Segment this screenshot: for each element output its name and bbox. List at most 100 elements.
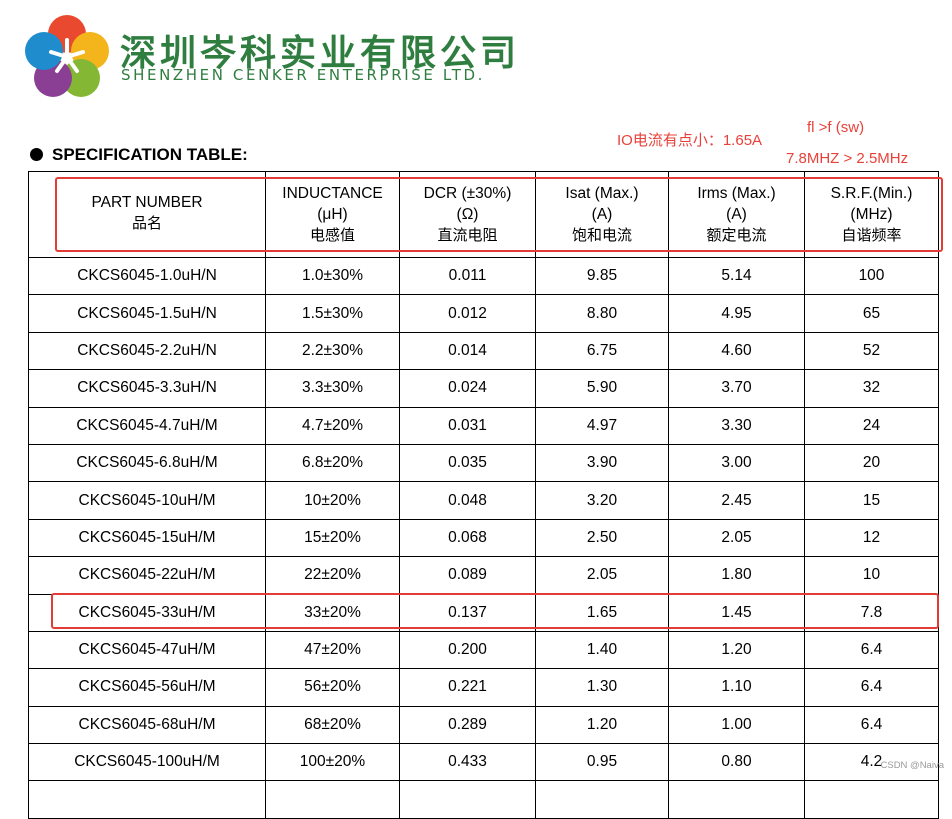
dcr-cell: 0.200 bbox=[399, 630, 536, 670]
part-number-cell: CKCS6045-2.2uH/N bbox=[28, 331, 266, 371]
isat-cell: 2.05 bbox=[535, 556, 669, 595]
inductance-cell: 68±20% bbox=[265, 705, 400, 745]
part-number-cell: CKCS6045-3.3uH/N bbox=[28, 369, 266, 408]
dcr-cell: 0.433 bbox=[399, 743, 536, 782]
dcr-cell: 0.012 bbox=[399, 294, 536, 333]
frequency-compare-note: 7.8MHZ > 2.5MHz bbox=[786, 150, 909, 167]
table-row: CKCS6045-68uH/M 68±20% 0.289 1.20 1.00 6.4 bbox=[28, 705, 939, 745]
part-number-cell: CKCS6045-1.0uH/N bbox=[28, 256, 266, 296]
inductance-cell: 56±20% bbox=[265, 668, 400, 707]
srf-cell: 100 bbox=[804, 256, 939, 296]
inductance-cell bbox=[265, 780, 400, 819]
isat-cell: 2.50 bbox=[535, 518, 669, 558]
inductance-cell: 1.5±30% bbox=[265, 294, 400, 333]
table-row: CKCS6045-47uH/M 47±20% 0.200 1.40 1.20 6.4 bbox=[28, 630, 939, 670]
inductance-cell: 47±20% bbox=[265, 630, 400, 670]
part-number-cell: CKCS6045-47uH/M bbox=[28, 630, 266, 670]
irms-cell: 1.00 bbox=[668, 705, 805, 745]
part-number-cell bbox=[28, 780, 266, 819]
dcr-cell: 0.031 bbox=[399, 406, 536, 445]
inductance-cell: 22±20% bbox=[265, 556, 400, 595]
dcr-cell: 0.035 bbox=[399, 443, 536, 483]
part-number-cell: CKCS6045-1.5uH/N bbox=[28, 294, 266, 333]
table-row: CKCS6045-100uH/M 100±20% 0.433 0.95 0.80 4.2 bbox=[28, 743, 939, 782]
isat-cell: 3.20 bbox=[535, 481, 669, 520]
irms-cell: 1.20 bbox=[668, 630, 805, 670]
inductance-cell: 100±20% bbox=[265, 743, 400, 782]
watermark: CSDN @Naiva bbox=[880, 760, 945, 771]
dcr-cell: 0.014 bbox=[399, 331, 536, 371]
part-number-cell: CKCS6045-4.7uH/M bbox=[28, 406, 266, 445]
isat-cell: 4.97 bbox=[535, 406, 669, 445]
company-logo bbox=[25, 15, 109, 97]
irms-cell: 2.45 bbox=[668, 481, 805, 520]
inductance-cell: 4.7±20% bbox=[265, 406, 400, 445]
irms-cell: 1.10 bbox=[668, 668, 805, 707]
irms-cell: 4.95 bbox=[668, 294, 805, 333]
part-number-cell: CKCS6045-68uH/M bbox=[28, 705, 266, 745]
table-row: CKCS6045-10uH/M 10±20% 0.048 3.20 2.45 15 bbox=[28, 481, 939, 520]
part-number-cell: CKCS6045-6.8uH/M bbox=[28, 443, 266, 483]
dcr-cell bbox=[399, 780, 536, 819]
frequency-formula-note: fl >f (sw) bbox=[807, 119, 865, 136]
irms-cell: 0.80 bbox=[668, 743, 805, 782]
isat-cell: 0.95 bbox=[535, 743, 669, 782]
dcr-cell: 0.048 bbox=[399, 481, 536, 520]
inductance-cell: 6.8±20% bbox=[265, 443, 400, 483]
isat-cell: 9.85 bbox=[535, 256, 669, 296]
srf-cell: 24 bbox=[804, 406, 939, 445]
isat-cell: 1.40 bbox=[535, 630, 669, 670]
irms-cell: 5.14 bbox=[668, 256, 805, 296]
bullet-icon bbox=[30, 148, 43, 161]
table-row: CKCS6045-6.8uH/M 6.8±20% 0.035 3.90 3.00 20 bbox=[28, 443, 939, 483]
isat-cell bbox=[535, 780, 669, 819]
table-row: CKCS6045-3.3uH/N 3.3±30% 0.024 5.90 3.70 32 bbox=[28, 369, 939, 408]
dcr-cell: 0.289 bbox=[399, 705, 536, 745]
isat-cell: 1.30 bbox=[535, 668, 669, 707]
srf-cell: 6.4 bbox=[804, 630, 939, 670]
part-number-cell: CKCS6045-100uH/M bbox=[28, 743, 266, 782]
irms-cell: 3.00 bbox=[668, 443, 805, 483]
srf-cell bbox=[804, 780, 939, 819]
isat-cell: 8.80 bbox=[535, 294, 669, 333]
srf-cell: 12 bbox=[804, 518, 939, 558]
srf-cell: 52 bbox=[804, 331, 939, 371]
table-row: CKCS6045-15uH/M 15±20% 0.068 2.50 2.05 12 bbox=[28, 518, 939, 558]
irms-cell: 3.70 bbox=[668, 369, 805, 408]
isat-cell: 6.75 bbox=[535, 331, 669, 371]
inductance-cell: 3.3±30% bbox=[265, 369, 400, 408]
irms-cell bbox=[668, 780, 805, 819]
isat-cell: 3.90 bbox=[535, 443, 669, 483]
header-highlight-box bbox=[55, 177, 943, 252]
part-number-cell: CKCS6045-10uH/M bbox=[28, 481, 266, 520]
irms-cell: 3.30 bbox=[668, 406, 805, 445]
srf-cell: 32 bbox=[804, 369, 939, 408]
dcr-cell: 0.011 bbox=[399, 256, 536, 296]
table-row: CKCS6045-56uH/M 56±20% 0.221 1.30 1.10 6.4 bbox=[28, 668, 939, 707]
part-number-cell: CKCS6045-22uH/M bbox=[28, 556, 266, 595]
irms-cell: 2.05 bbox=[668, 518, 805, 558]
specification-table: PART NUMBER 品名 INDUCTANCE (μH) 电感值 DCR (… bbox=[28, 171, 939, 819]
io-current-note: IO电流有点小：1.65A bbox=[617, 132, 763, 149]
spec-table-title: SPECIFICATION TABLE: bbox=[30, 145, 248, 165]
dcr-cell: 0.221 bbox=[399, 668, 536, 707]
table-row: CKCS6045-1.0uH/N 1.0±30% 0.011 9.85 5.14 100 bbox=[28, 256, 939, 296]
part-number-cell: CKCS6045-15uH/M bbox=[28, 518, 266, 558]
srf-cell: 65 bbox=[804, 294, 939, 333]
spec-table-title-text: SPECIFICATION TABLE: bbox=[52, 145, 248, 164]
srf-cell: 6.4 bbox=[804, 668, 939, 707]
row-33uh-highlight-box bbox=[51, 593, 939, 629]
isat-cell: 5.90 bbox=[535, 369, 669, 408]
inductance-cell: 1.0±30% bbox=[265, 256, 400, 296]
inductance-cell: 10±20% bbox=[265, 481, 400, 520]
irms-cell: 4.60 bbox=[668, 331, 805, 371]
part-number-cell: CKCS6045-56uH/M bbox=[28, 668, 266, 707]
srf-cell: 20 bbox=[804, 443, 939, 483]
table-row: CKCS6045-1.5uH/N 1.5±30% 0.012 8.80 4.95 65 bbox=[28, 294, 939, 333]
table-row: CKCS6045-2.2uH/N 2.2±30% 0.014 6.75 4.60 52 bbox=[28, 331, 939, 371]
table-row: CKCS6045-4.7uH/M 4.7±20% 0.031 4.97 3.30 24 bbox=[28, 406, 939, 445]
irms-cell: 1.80 bbox=[668, 556, 805, 595]
inductance-cell: 2.2±30% bbox=[265, 331, 400, 371]
company-name-en: SHENZHEN CENKER ENTERPRISE LTD. bbox=[121, 66, 485, 84]
inductance-cell: 15±20% bbox=[265, 518, 400, 558]
